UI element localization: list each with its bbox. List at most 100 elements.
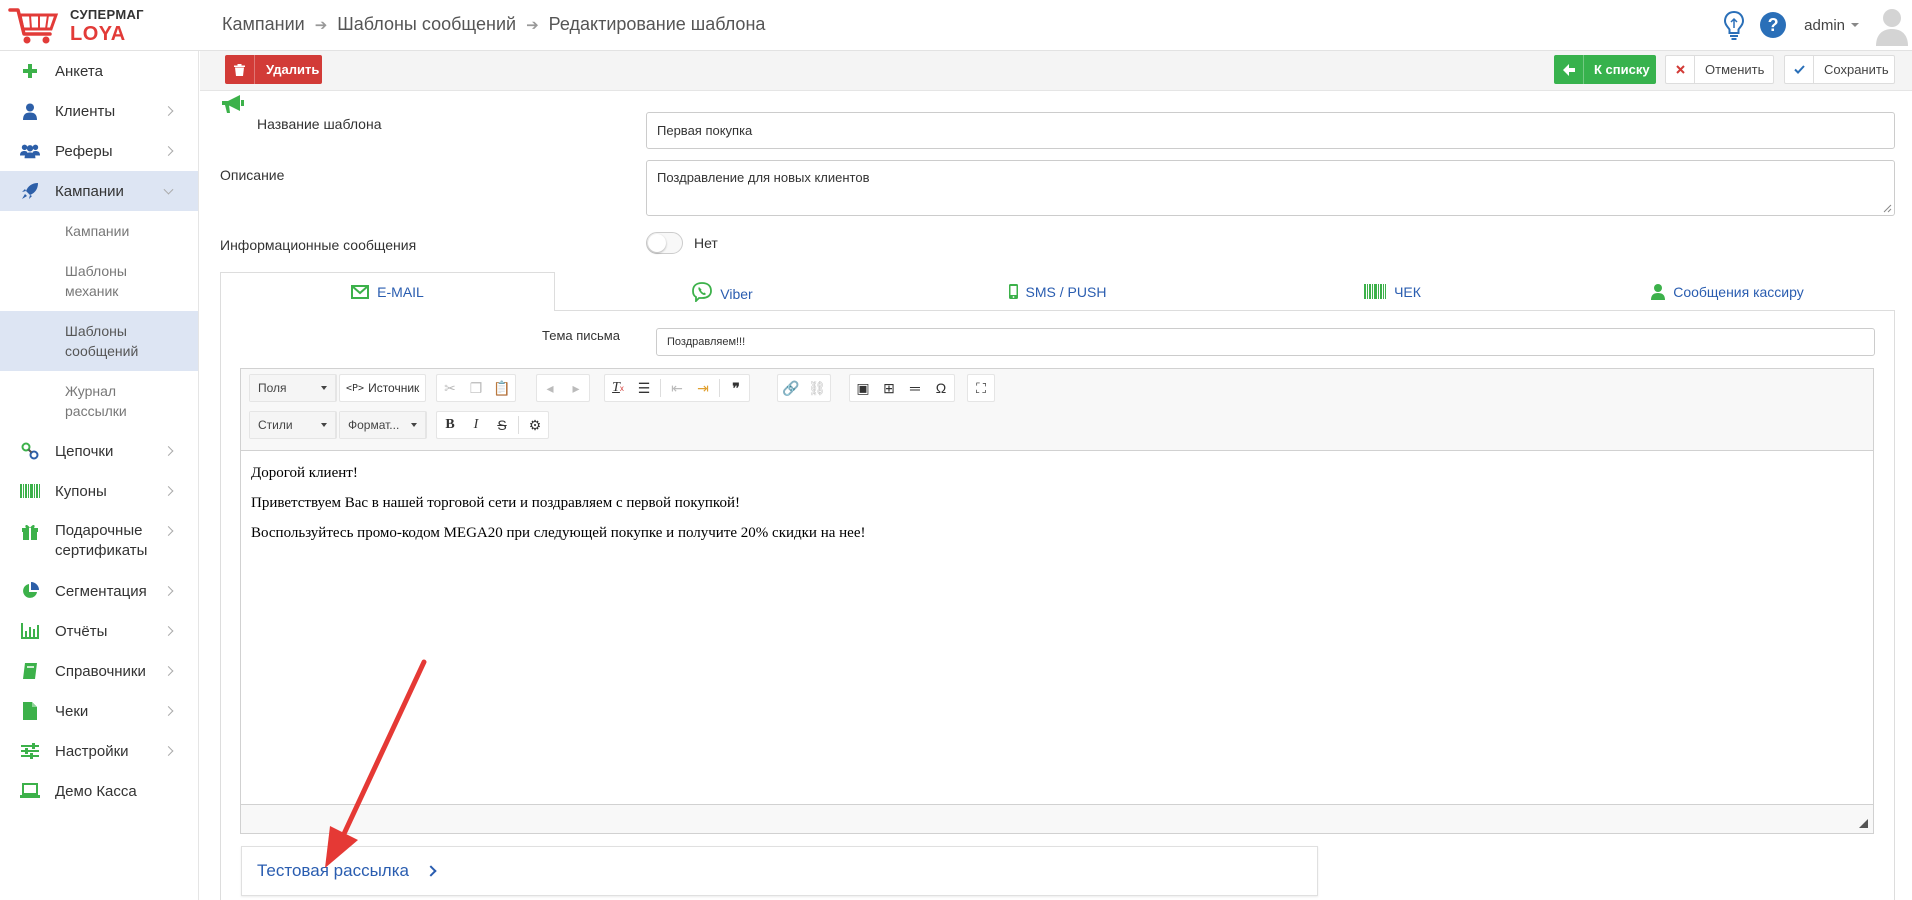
save-label: Сохранить [1824, 62, 1889, 77]
tab-label: E-MAIL [377, 284, 424, 300]
fields-combo[interactable]: Поля [250, 375, 336, 401]
sidebar-item-campaigns[interactable]: Кампании [0, 171, 198, 211]
sidebar-subitem-campaigns[interactable]: Кампании [0, 211, 198, 251]
info-messages-label: Информационные сообщения [220, 237, 417, 253]
horizontal-rule-icon[interactable]: ═ [902, 375, 928, 401]
sidebar-subitem-mailing-log[interactable]: Журнал рассылки [0, 371, 198, 431]
sidebar-item-label: Реферы [55, 142, 113, 160]
breadcrumb: Кампании ➔ Шаблоны сообщений ➔ Редактиро… [222, 14, 765, 35]
lightbulb-icon[interactable] [1722, 10, 1746, 40]
check-icon [1785, 56, 1814, 83]
gift-icon [20, 521, 40, 541]
strikethrough-icon[interactable]: S [489, 412, 515, 438]
main-content: Название шаблона Первая покупка Описание… [200, 91, 1912, 900]
bold-icon[interactable]: B [437, 412, 463, 438]
paste-icon[interactable]: 📋 [489, 375, 515, 401]
cancel-label: Отменить [1705, 62, 1765, 77]
outdent-icon[interactable]: ⇤ [664, 375, 690, 401]
breadcrumb-message-templates[interactable]: Шаблоны сообщений [337, 14, 516, 35]
sidebar-item-references[interactable]: Справочники [0, 651, 198, 691]
chevron-right-icon [163, 106, 174, 116]
user-menu[interactable]: admin [1804, 17, 1845, 34]
sidebar-subitem-message-templates[interactable]: Шаблоны сообщений [0, 311, 198, 371]
unlink-icon[interactable]: ⛓ [804, 375, 830, 401]
chevron-right-icon [163, 446, 174, 456]
table-icon[interactable]: ⊞ [876, 375, 902, 401]
cancel-button[interactable]: Отменить [1665, 55, 1774, 84]
editor-content[interactable]: Дорогой клиент! Приветствуем Вас в нашей… [241, 451, 1873, 806]
logo[interactable]: СУПЕРМАГ LOYA [8, 4, 188, 46]
redo-icon[interactable]: ▸ [563, 375, 589, 401]
info-messages-toggle[interactable] [646, 232, 683, 254]
sidebar-item-label: Купоны [55, 482, 107, 500]
resize-handle-icon[interactable] [1859, 819, 1868, 828]
special-char-icon[interactable]: Ω [928, 375, 954, 401]
clipboard-group: ✂ ❐ 📋 [436, 374, 516, 402]
editor-status-bar [241, 804, 1873, 833]
test-mailing-section[interactable]: Тестовая рассылка [241, 846, 1318, 896]
format-combo[interactable]: Формат... [340, 412, 426, 438]
tab-cashier-messages[interactable]: Сообщения кассиру [1560, 272, 1895, 311]
cut-icon[interactable]: ✂ [437, 375, 463, 401]
link-icon[interactable]: 🔗 [778, 375, 804, 401]
blockquote-icon[interactable]: ❞ [723, 375, 749, 401]
template-name-input[interactable]: Первая покупка [646, 112, 1895, 149]
back-to-list-button[interactable]: К списку [1554, 55, 1656, 84]
sidebar-item-gift-certificates[interactable]: Подарочные сертификаты [0, 511, 198, 571]
sidebar-item-chains[interactable]: Цепочки [0, 431, 198, 471]
sidebar-item-referrers[interactable]: Реферы [0, 131, 198, 171]
chevron-down-icon[interactable] [1851, 23, 1859, 27]
sidebar-item-questionnaire[interactable]: Анкета [0, 51, 198, 91]
sidebar-item-demo-cash[interactable]: Демо Касса [0, 771, 198, 811]
breadcrumb-campaigns[interactable]: Кампании [222, 14, 305, 35]
body-paragraph: Приветствуем Вас в нашей торговой сети и… [251, 495, 740, 511]
link-group: 🔗 ⛓ [777, 374, 831, 402]
fields-combo-group: Поля [249, 374, 337, 402]
tab-label: SMS / PUSH [1025, 283, 1107, 300]
delete-label: Удалить [266, 62, 320, 77]
sidebar-item-segmentation[interactable]: Сегментация [0, 571, 198, 611]
rocket-icon [20, 181, 40, 201]
logo-text-brand: LOYA [70, 23, 126, 45]
sidebar-item-label: Справочники [55, 662, 146, 680]
save-button[interactable]: Сохранить [1784, 55, 1895, 84]
tab-viber[interactable]: Viber [555, 272, 890, 311]
delete-button[interactable]: Удалить [225, 55, 322, 84]
italic-icon[interactable]: I [463, 412, 489, 438]
sidebar-item-coupons[interactable]: Купоны [0, 471, 198, 511]
styles-combo[interactable]: Стили [250, 412, 336, 438]
maximize-icon[interactable]: ⛶ [968, 375, 994, 401]
sidebar-item-clients[interactable]: Клиенты [0, 91, 198, 131]
clear-format-icon[interactable]: Tx [605, 375, 631, 401]
sidebar-item-label: Демо Касса [55, 782, 137, 800]
resize-handle-icon[interactable] [1882, 203, 1892, 213]
bar-chart-icon [20, 621, 40, 641]
bulleted-list-icon[interactable]: ☰ [631, 375, 657, 401]
mobile-icon [1008, 284, 1018, 299]
tab-receipt[interactable]: ЧЕК [1225, 272, 1560, 311]
help-icon[interactable]: ? [1760, 12, 1787, 38]
source-label: Источник [368, 381, 420, 395]
sidebar-item-settings[interactable]: Настройки [0, 731, 198, 771]
indent-icon[interactable]: ⇥ [690, 375, 716, 401]
subject-input[interactable]: Поздравляем!!! [656, 328, 1875, 356]
image-icon[interactable]: ▣ [850, 375, 876, 401]
template-settings-icon[interactable]: ⚙ [522, 412, 548, 438]
copy-icon[interactable]: ❐ [463, 375, 489, 401]
description-textarea[interactable]: Поздравление для новых клиентов [646, 160, 1895, 216]
tab-email[interactable]: E-MAIL [220, 272, 555, 312]
book-icon [20, 661, 40, 681]
sidebar-item-label: Отчёты [55, 622, 108, 640]
avatar[interactable] [1873, 4, 1911, 46]
sidebar-item-receipts[interactable]: Чеки [0, 691, 198, 731]
sidebar-item-label: Цепочки [55, 442, 114, 460]
trash-icon [225, 55, 255, 84]
source-button[interactable]: <P> Источник [340, 375, 425, 401]
tab-sms-push[interactable]: SMS / PUSH [890, 272, 1225, 311]
description-value: Поздравление для новых клиентов [657, 170, 870, 185]
test-mailing-label: Тестовая рассылка [257, 861, 409, 880]
sidebar-subitem-mechanic-templates[interactable]: Шаблоны механик [0, 251, 130, 311]
sidebar-item-reports[interactable]: Отчёты [0, 611, 198, 651]
undo-icon[interactable]: ◂ [537, 375, 563, 401]
breadcrumb-current: Редактирование шаблона [548, 14, 766, 34]
